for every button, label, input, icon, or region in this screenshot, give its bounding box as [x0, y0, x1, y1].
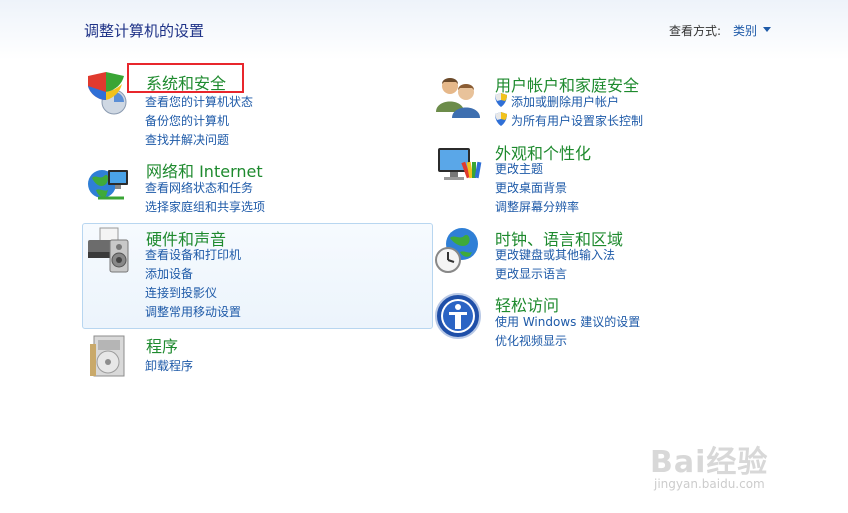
link-windows-suggested-settings[interactable]: 使用 Windows 建议的设置: [495, 313, 640, 330]
watermark-url: jingyan.baidu.com: [654, 477, 765, 491]
clock-globe-icon[interactable]: [434, 226, 482, 274]
view-by-dropdown[interactable]: 类别: [733, 22, 757, 39]
link-devices-printers[interactable]: 查看设备和打印机: [145, 246, 241, 263]
link-backup-computer[interactable]: 备份您的计算机: [145, 112, 229, 129]
uac-shield-icon: [494, 93, 508, 108]
shield-icon[interactable]: [84, 70, 132, 118]
link-add-device[interactable]: 添加设备: [145, 265, 193, 282]
link-homegroup-sharing[interactable]: 选择家庭组和共享选项: [145, 198, 265, 215]
category-title-programs[interactable]: 程序: [146, 333, 178, 357]
link-adjust-resolution[interactable]: 调整屏幕分辨率: [495, 198, 579, 215]
printer-speaker-icon[interactable]: [84, 226, 132, 274]
hardware-sound-hover-highlight: [82, 223, 433, 329]
link-find-fix-problems[interactable]: 查找并解决问题: [145, 131, 229, 148]
link-change-theme[interactable]: 更改主题: [495, 160, 543, 177]
monitor-palette-icon[interactable]: [434, 140, 482, 188]
uac-shield-icon: [494, 112, 508, 127]
link-change-keyboard[interactable]: 更改键盘或其他输入法: [495, 246, 615, 263]
link-mobility-settings[interactable]: 调整常用移动设置: [145, 303, 241, 320]
ease-of-access-icon[interactable]: [434, 292, 482, 340]
link-connect-projector[interactable]: 连接到投影仪: [145, 284, 217, 301]
link-parental-controls[interactable]: 为所有用户设置家长控制: [511, 112, 643, 129]
link-add-remove-accounts[interactable]: 添加或删除用户帐户: [511, 93, 619, 110]
link-optimize-visual-display[interactable]: 优化视频显示: [495, 332, 567, 349]
watermark-logo: Bai经验: [650, 445, 769, 480]
link-change-display-language[interactable]: 更改显示语言: [495, 265, 567, 282]
link-uninstall-program[interactable]: 卸载程序: [145, 357, 193, 374]
view-by-label: 查看方式:: [669, 24, 722, 38]
programs-icon[interactable]: [84, 332, 132, 380]
users-icon[interactable]: [434, 72, 482, 120]
link-view-computer-status[interactable]: 查看您的计算机状态: [145, 93, 253, 110]
link-view-network-status[interactable]: 查看网络状态和任务: [145, 179, 253, 196]
chevron-down-icon[interactable]: [763, 27, 771, 32]
globe-network-icon[interactable]: [84, 158, 132, 206]
link-change-desktop-background[interactable]: 更改桌面背景: [495, 179, 567, 196]
highlight-annotation: [127, 63, 244, 93]
page-title: 调整计算机的设置: [84, 22, 205, 40]
